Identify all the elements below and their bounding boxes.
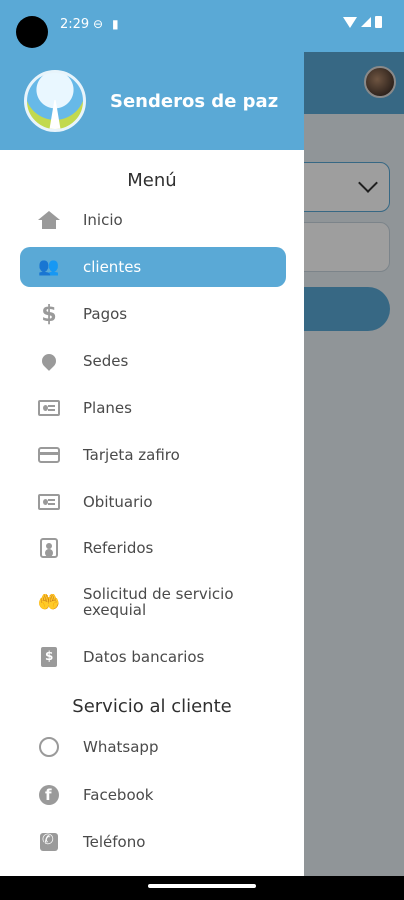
navigation-drawer: Senderos de paz Menú Inicio 👥 clientes $…: [0, 52, 304, 876]
drawer-scrim[interactable]: [304, 0, 404, 900]
menu-item-label: Datos bancarios: [83, 648, 205, 666]
credit-card-icon: [36, 447, 62, 463]
service-item-facebook[interactable]: Facebook: [20, 775, 286, 815]
service-item-label: Teléfono: [83, 833, 146, 851]
menu-item-label: Referidos: [83, 539, 154, 557]
menu-item-label: Sedes: [83, 352, 129, 370]
location-pin-icon: [36, 351, 62, 371]
menu-item-sedes[interactable]: Sedes: [20, 341, 286, 381]
menu-item-label: Planes: [83, 399, 132, 417]
service-item-label: Whatsapp: [83, 738, 159, 756]
service-item-label: Facebook: [83, 786, 154, 804]
status-bar: 2:29 ⊖ ▮: [0, 0, 404, 52]
menu-item-label: clientes: [83, 258, 142, 276]
menu-title: Menú: [127, 170, 177, 191]
home-gesture-bar[interactable]: [148, 884, 256, 888]
service-item-telefono[interactable]: Teléfono: [20, 822, 286, 862]
menu-item-datos-bancarios[interactable]: Datos bancarios: [20, 637, 286, 677]
menu-item-pagos[interactable]: $ Pagos: [20, 294, 286, 334]
facebook-icon: [36, 785, 62, 805]
bank-document-icon: [36, 647, 62, 667]
menu-item-label: Solicitud de servicio exequial: [83, 585, 234, 619]
status-time: 2:29: [60, 17, 90, 32]
sim-card-icon: ▮: [112, 17, 119, 31]
menu-item-obituario[interactable]: Obituario: [20, 482, 286, 522]
menu-item-clientes[interactable]: 👥 clientes: [20, 247, 286, 287]
system-nav-bar: [0, 876, 404, 900]
menu-item-label: Obituario: [83, 493, 153, 511]
battery-icon: [375, 16, 382, 28]
contact-icon: [36, 538, 62, 558]
camera-cutout: [16, 16, 48, 48]
menu-item-label: Inicio: [83, 211, 123, 229]
menu-item-planes[interactable]: Planes: [20, 388, 286, 428]
service-item-whatsapp[interactable]: Whatsapp: [20, 727, 286, 767]
phone-icon: [36, 832, 62, 851]
people-icon: 👥: [38, 257, 60, 277]
service-title: Servicio al cliente: [72, 696, 232, 717]
menu-item-inicio[interactable]: Inicio: [20, 200, 286, 240]
id-card-icon: [36, 494, 62, 510]
menu-item-referidos[interactable]: Referidos: [20, 528, 286, 568]
hand-heart-icon: 🤲: [37, 591, 61, 613]
menu-item-label: Tarjeta zafiro: [83, 446, 180, 464]
drawer-header: Senderos de paz: [0, 52, 304, 150]
whatsapp-icon: [36, 737, 62, 757]
menu-item-solicitud-servicio[interactable]: 🤲 Solicitud de servicio exequial: [20, 580, 286, 624]
brand-name: Senderos de paz: [110, 91, 279, 112]
menu-item-label: Pagos: [83, 305, 128, 323]
do-not-disturb-icon: ⊖: [93, 17, 104, 31]
brand-logo: [24, 70, 86, 132]
menu-item-tarjeta-zafiro[interactable]: Tarjeta zafiro: [20, 435, 286, 475]
home-icon: [36, 211, 62, 229]
id-card-icon: [36, 400, 62, 416]
dollar-icon: $: [41, 301, 57, 327]
signal-icon: [361, 17, 371, 27]
wifi-icon: [343, 16, 357, 28]
